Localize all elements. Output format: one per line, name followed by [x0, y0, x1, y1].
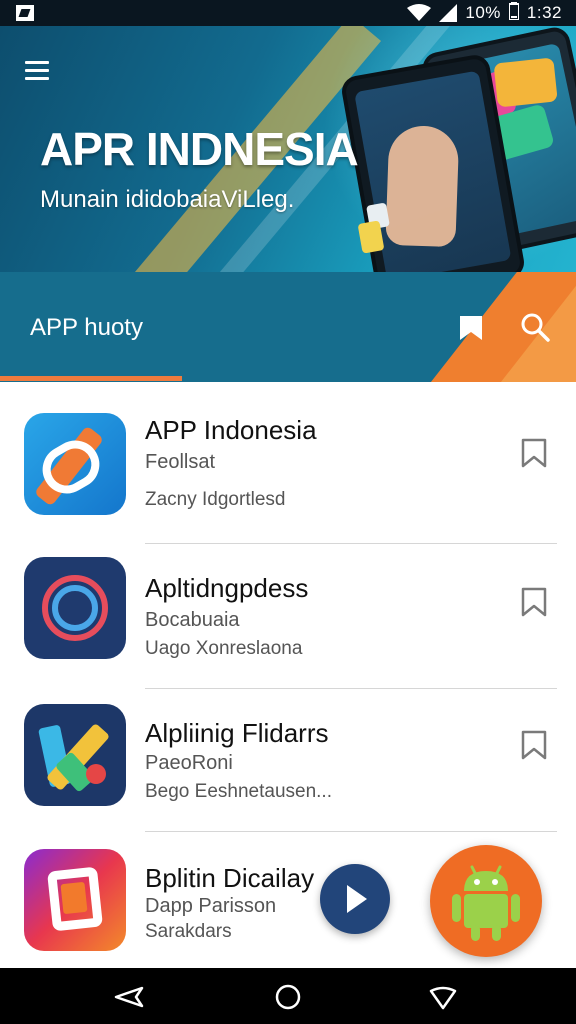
card-illustration	[493, 57, 558, 108]
bookmark-icon[interactable]	[458, 314, 484, 342]
app-icon	[24, 849, 126, 951]
app-description: Uago Xonreslaona	[145, 638, 303, 659]
app-description: Sarakdars	[145, 921, 232, 942]
app-subtitle: Bocabuaia	[145, 609, 240, 631]
app-description: Zacny Idgortlesd	[145, 489, 286, 510]
android-icon	[452, 865, 520, 941]
app-subtitle: Dapp Parisson	[145, 895, 277, 917]
app-icon	[24, 704, 126, 806]
toolbar-title: APP huoty	[30, 314, 143, 341]
divider	[145, 543, 557, 544]
app-icon	[24, 557, 126, 659]
bookmark-icon[interactable]	[520, 587, 548, 617]
signal-icon	[439, 4, 458, 22]
hamburger-menu-icon[interactable]	[25, 61, 49, 81]
app-name: Bplitin Dicailay	[145, 863, 315, 893]
app-icon	[24, 413, 126, 515]
app-subtitle: PaeoRoni	[145, 752, 233, 774]
app-name: Apltidngpdess	[145, 573, 309, 603]
hand-illustration	[385, 124, 460, 248]
list-item[interactable]: Apltidngpdess Bocabuaia Uago Xonreslaona	[0, 545, 576, 690]
tab-indicator	[0, 376, 182, 381]
hero-banner: APR INDNESIA Munain ididobaiaViLleg.	[0, 26, 576, 272]
app-subtitle: Feollsat	[145, 451, 216, 473]
play-icon	[347, 885, 367, 913]
bookmark-icon[interactable]	[520, 730, 548, 760]
android-button[interactable]	[430, 845, 542, 957]
recents-icon[interactable]	[428, 982, 458, 1012]
list-item[interactable]: Alpliinig Flidarrs PaeoRoni Bego Eeshnet…	[0, 688, 576, 833]
battery-percentage: 10%	[465, 3, 501, 22]
hero-title: APR INDNESIA	[40, 123, 359, 175]
bookmark-icon[interactable]	[520, 438, 548, 468]
search-icon[interactable]	[520, 312, 550, 342]
status-bar: 10% 1:32	[0, 0, 576, 26]
divider	[145, 831, 557, 832]
notification-icon	[16, 5, 34, 21]
hero-subtitle: Munain ididobaiaViLleg.	[40, 186, 295, 213]
navigation-bar	[0, 968, 576, 1024]
home-icon[interactable]	[273, 982, 303, 1012]
back-icon[interactable]	[114, 982, 144, 1012]
app-name: Alpliinig Flidarrs	[145, 718, 329, 748]
app-description: Bego Eeshnetausen...	[145, 781, 332, 802]
clock: 1:32	[526, 3, 562, 22]
play-button[interactable]	[320, 864, 390, 934]
app-name: APP Indonesia	[145, 415, 317, 445]
wifi-icon	[407, 4, 432, 22]
list-item[interactable]: APP Indonesia Feollsat Zacny Idgortlesd	[0, 383, 576, 544]
battery-icon	[507, 1, 520, 25]
toolbar: APP huoty	[0, 272, 576, 382]
